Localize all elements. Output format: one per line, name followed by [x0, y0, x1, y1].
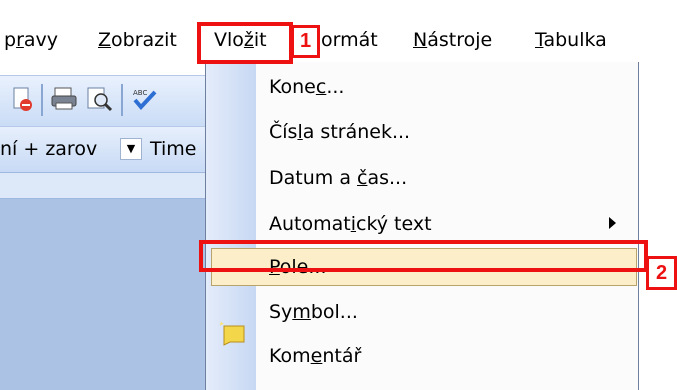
- style-dropdown-icon[interactable]: ▼: [120, 138, 142, 160]
- menu-nastroje[interactable]: Nástroje: [413, 20, 492, 60]
- menu-item-symbol[interactable]: Symbol...: [269, 292, 358, 332]
- spelling-icon[interactable]: ABC: [131, 86, 161, 112]
- menu-item-automaticky-text[interactable]: Automatický text: [269, 204, 432, 244]
- menu-zobrazit[interactable]: Zobrazit: [98, 20, 177, 60]
- menu-item-konec[interactable]: Konec...: [269, 67, 344, 107]
- style-combo-value[interactable]: ní + zarov: [0, 133, 97, 165]
- annotation-box-1: [197, 22, 293, 64]
- comment-icon: [218, 320, 248, 346]
- annotation-label-1: 1: [291, 25, 320, 58]
- insert-menu: Konec... Čísla stránek... Datum a čas...…: [205, 62, 639, 390]
- svg-text:ABC: ABC: [133, 89, 147, 97]
- menu-upravy[interactable]: pravy: [4, 20, 58, 60]
- toolbar-separator: [41, 84, 43, 116]
- toolbar-separator: [121, 84, 123, 116]
- menu-item-cisla-stranek[interactable]: Čísla stránek...: [269, 112, 410, 152]
- menu-item-datum-a-cas[interactable]: Datum a čas...: [269, 158, 407, 198]
- print-preview-icon[interactable]: [86, 86, 114, 112]
- menu-format[interactable]: ormát: [321, 20, 378, 60]
- ruler: [0, 173, 210, 199]
- annotation-box-2: [199, 240, 648, 272]
- menu-tabulka[interactable]: Tabulka: [535, 20, 607, 60]
- permission-icon[interactable]: [12, 86, 34, 112]
- annotation-label-2: 2: [646, 256, 677, 290]
- print-icon[interactable]: [50, 86, 78, 112]
- menu-item-komentar[interactable]: Komentář: [269, 336, 361, 376]
- font-combo-value[interactable]: Time: [150, 133, 197, 165]
- document-area: [0, 199, 210, 390]
- submenu-arrow-icon: [609, 217, 616, 229]
